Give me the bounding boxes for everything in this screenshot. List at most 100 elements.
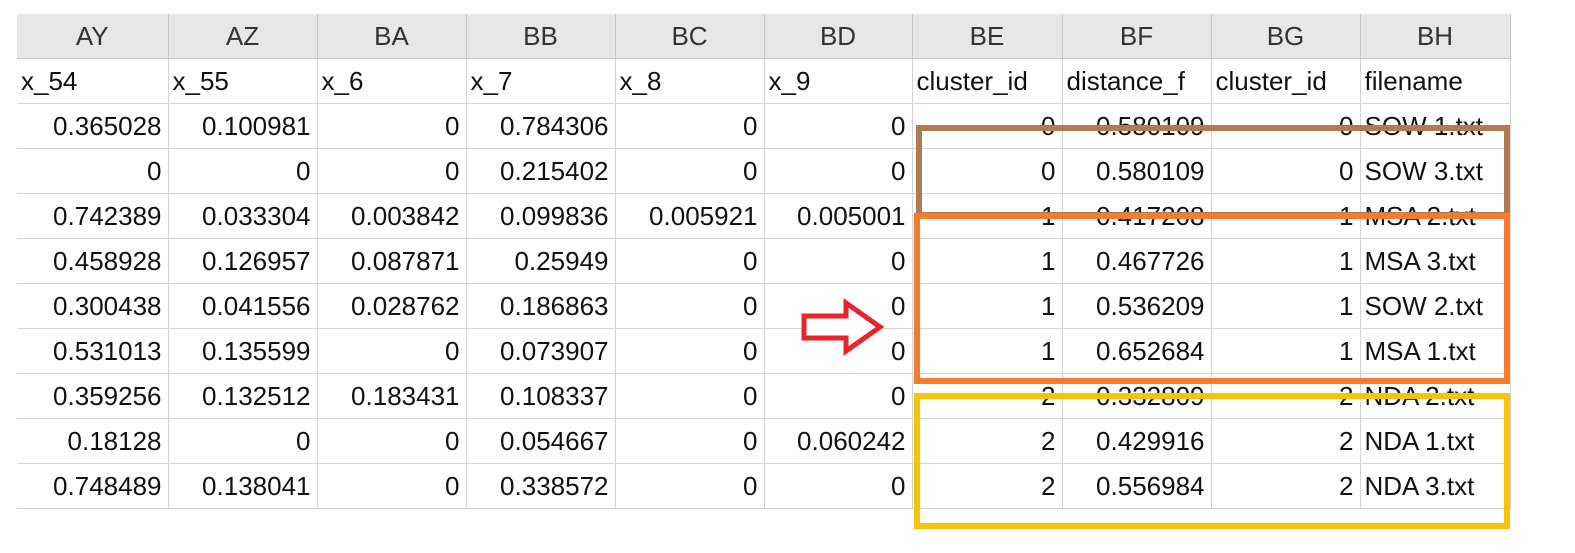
field-name-cell[interactable]: x_7 (466, 58, 616, 104)
field-name-cell[interactable]: x_9 (764, 58, 913, 104)
table-cell[interactable]: 1 (912, 238, 1063, 284)
column-header[interactable]: BB (466, 14, 616, 59)
filename-cell[interactable]: NDA 3.txt (1360, 463, 1511, 509)
filename-cell[interactable]: MSA 2.txt (1360, 193, 1511, 239)
table-cell[interactable]: 0.126957 (168, 238, 318, 284)
table-cell[interactable]: 0.003842 (317, 193, 467, 239)
filename-cell[interactable]: MSA 3.txt (1360, 238, 1511, 284)
table-cell[interactable]: 0 (317, 148, 467, 194)
table-cell[interactable]: 2 (912, 373, 1063, 419)
column-header[interactable]: BG (1211, 14, 1361, 59)
column-header[interactable]: BF (1062, 14, 1212, 59)
table-cell[interactable]: 0 (168, 148, 318, 194)
table-cell[interactable]: 0 (615, 373, 765, 419)
table-cell[interactable]: 1 (1211, 283, 1361, 329)
table-cell[interactable]: 0.18128 (17, 418, 169, 464)
table-cell[interactable]: 0.005001 (764, 193, 913, 239)
table-cell[interactable]: 0.417208 (1062, 193, 1212, 239)
table-cell[interactable]: 0 (764, 103, 913, 149)
table-cell[interactable]: 0.458928 (17, 238, 169, 284)
filename-cell[interactable]: MSA 1.txt (1360, 328, 1511, 374)
table-cell[interactable]: 0.100981 (168, 103, 318, 149)
column-header[interactable]: BC (615, 14, 765, 59)
field-name-cell[interactable]: filename (1360, 58, 1511, 104)
filename-cell[interactable]: SOW 3.txt (1360, 148, 1511, 194)
column-header[interactable]: AZ (168, 14, 318, 59)
filename-cell[interactable]: NDA 2.txt (1360, 373, 1511, 419)
filename-cell[interactable]: SOW 2.txt (1360, 283, 1511, 329)
table-cell[interactable]: 0 (17, 148, 169, 194)
table-cell[interactable]: 0 (615, 418, 765, 464)
table-cell[interactable]: 0.25949 (466, 238, 616, 284)
table-cell[interactable]: 0.742389 (17, 193, 169, 239)
table-cell[interactable]: 0.060242 (764, 418, 913, 464)
table-cell[interactable]: 1 (1211, 193, 1361, 239)
table-cell[interactable]: 0.536209 (1062, 283, 1212, 329)
table-cell[interactable]: 0.652684 (1062, 328, 1212, 374)
table-cell[interactable]: 0.108337 (466, 373, 616, 419)
table-cell[interactable]: 0.099836 (466, 193, 616, 239)
table-cell[interactable]: 0.429916 (1062, 418, 1212, 464)
table-cell[interactable]: 0 (317, 103, 467, 149)
table-cell[interactable]: 0.132512 (168, 373, 318, 419)
table-cell[interactable]: 0.138041 (168, 463, 318, 509)
table-cell[interactable]: 0.041556 (168, 283, 318, 329)
table-cell[interactable]: 0 (615, 238, 765, 284)
table-cell[interactable]: 1 (912, 283, 1063, 329)
table-cell[interactable]: 0.183431 (317, 373, 467, 419)
table-cell[interactable]: 0.784306 (466, 103, 616, 149)
field-name-cell[interactable]: cluster_id (1211, 58, 1361, 104)
table-cell[interactable]: 0.028762 (317, 283, 467, 329)
table-cell[interactable]: 0.087871 (317, 238, 467, 284)
column-header[interactable]: AY (17, 14, 169, 59)
column-header[interactable]: BE (912, 14, 1063, 59)
table-cell[interactable]: 0.365028 (17, 103, 169, 149)
column-header[interactable]: BD (764, 14, 913, 59)
table-cell[interactable]: 0 (615, 463, 765, 509)
table-cell[interactable]: 0.580109 (1062, 103, 1212, 149)
table-cell[interactable]: 0 (912, 103, 1063, 149)
table-cell[interactable]: 0 (764, 463, 913, 509)
table-cell[interactable]: 0.033304 (168, 193, 318, 239)
table-cell[interactable]: 0 (764, 238, 913, 284)
filename-cell[interactable]: SOW 1.txt (1360, 103, 1511, 149)
table-cell[interactable]: 0.359256 (17, 373, 169, 419)
table-cell[interactable]: 0.467726 (1062, 238, 1212, 284)
table-cell[interactable]: 0 (764, 148, 913, 194)
table-cell[interactable]: 0.073907 (466, 328, 616, 374)
table-cell[interactable]: 2 (1211, 373, 1361, 419)
table-cell[interactable]: 0 (615, 103, 765, 149)
table-cell[interactable]: 0 (317, 418, 467, 464)
table-cell[interactable]: 0 (615, 328, 765, 374)
field-name-cell[interactable]: cluster_id (912, 58, 1063, 104)
table-cell[interactable]: 1 (912, 193, 1063, 239)
table-cell[interactable]: 0 (615, 283, 765, 329)
table-cell[interactable]: 0.338572 (466, 463, 616, 509)
table-cell[interactable]: 0.580109 (1062, 148, 1212, 194)
field-name-cell[interactable]: distance_f (1062, 58, 1212, 104)
table-cell[interactable]: 0.300438 (17, 283, 169, 329)
table-cell[interactable]: 0.005921 (615, 193, 765, 239)
table-cell[interactable]: 0.215402 (466, 148, 616, 194)
table-cell[interactable]: 1 (1211, 238, 1361, 284)
field-name-cell[interactable]: x_55 (168, 58, 318, 104)
table-cell[interactable]: 0.186863 (466, 283, 616, 329)
table-cell[interactable]: 0.556984 (1062, 463, 1212, 509)
table-cell[interactable]: 0 (912, 148, 1063, 194)
column-header[interactable]: BA (317, 14, 467, 59)
column-header[interactable]: BH (1360, 14, 1511, 59)
table-cell[interactable]: 0.531013 (17, 328, 169, 374)
table-cell[interactable]: 1 (1211, 328, 1361, 374)
table-cell[interactable]: 0 (317, 328, 467, 374)
table-cell[interactable]: 0 (764, 373, 913, 419)
field-name-cell[interactable]: x_6 (317, 58, 467, 104)
filename-cell[interactable]: NDA 1.txt (1360, 418, 1511, 464)
table-cell[interactable]: 2 (912, 463, 1063, 509)
field-name-cell[interactable]: x_8 (615, 58, 765, 104)
table-cell[interactable]: 0 (1211, 103, 1361, 149)
table-cell[interactable]: 0 (168, 418, 318, 464)
table-cell[interactable]: 0 (615, 148, 765, 194)
table-cell[interactable]: 0.135599 (168, 328, 318, 374)
table-cell[interactable]: 0.332809 (1062, 373, 1212, 419)
table-cell[interactable]: 0.054667 (466, 418, 616, 464)
